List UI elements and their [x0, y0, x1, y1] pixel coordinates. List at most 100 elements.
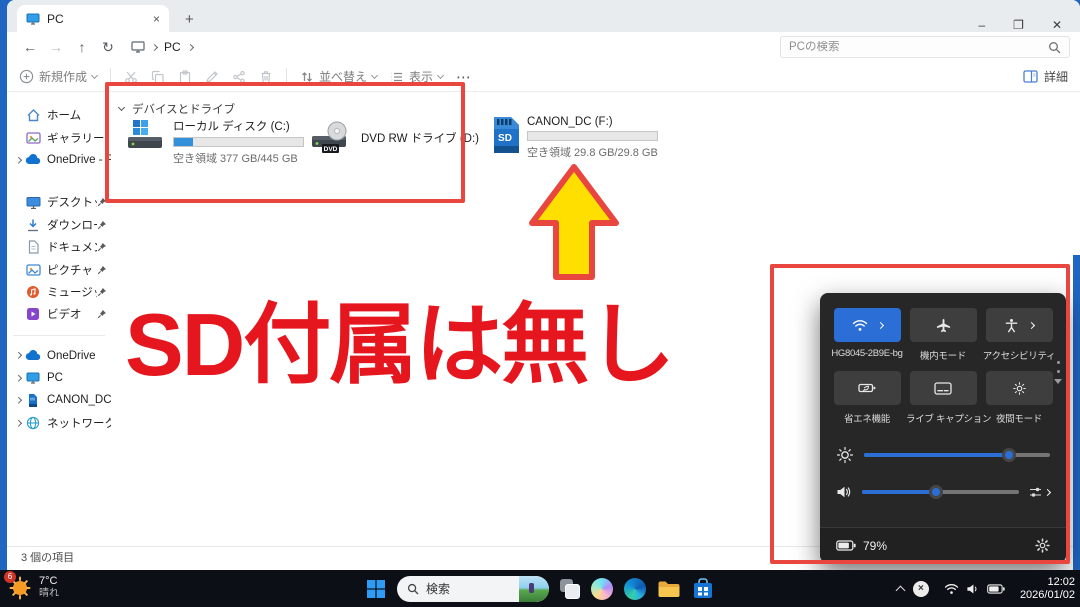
maximize-button[interactable]: ❐	[1013, 18, 1024, 32]
audio-output-button[interactable]	[1029, 486, 1050, 499]
chevron-right-icon	[187, 43, 194, 50]
explorer-search-input[interactable]	[789, 41, 1048, 53]
cut-button[interactable]	[124, 70, 138, 84]
edge-button[interactable]	[624, 578, 646, 600]
capacity-bar	[173, 137, 304, 147]
tab-pc[interactable]: PC ×	[17, 5, 169, 32]
onedrive-paused-icon[interactable]: ×	[913, 581, 929, 597]
share-button[interactable]	[232, 70, 246, 84]
chevron-right-icon[interactable]	[12, 353, 25, 358]
drive-canon-dc-f[interactable]: SD CANON_DC (F:) 空き領域 29.8 GB/29.8 GB	[490, 116, 658, 160]
view-button[interactable]: 表示	[390, 68, 443, 85]
gallery-icon	[25, 131, 41, 145]
clock[interactable]: 12:02 2026/01/02	[1020, 576, 1075, 602]
volume-slider[interactable]	[862, 485, 1019, 499]
qs-tile-airplane-mode: 機内モード	[906, 308, 980, 371]
home-icon	[25, 108, 41, 122]
airplane-mode-toggle-button[interactable]	[910, 308, 977, 342]
close-button[interactable]: ✕	[1052, 18, 1062, 32]
live-captions-toggle-button[interactable]	[910, 371, 977, 405]
brightness-row	[836, 446, 1050, 464]
paste-button[interactable]	[178, 70, 192, 84]
rename-button[interactable]	[205, 70, 219, 84]
accessibility-button[interactable]	[986, 308, 1053, 342]
delete-button[interactable]	[259, 70, 273, 84]
pictures-icon	[25, 263, 41, 277]
sidebar-item-onedrive-personal[interactable]: OneDrive - Perso	[7, 149, 111, 171]
battery-status-button[interactable]: 79%	[836, 539, 887, 553]
wifi-toggle-button[interactable]	[834, 308, 901, 342]
breadcrumb-segment-pc[interactable]: PC	[164, 40, 181, 54]
up-button[interactable]: ↑	[69, 39, 95, 55]
sidebar-item-music[interactable]: ミュージック	[7, 281, 111, 303]
microsoft-store-button[interactable]	[692, 578, 714, 600]
sidebar-item-home[interactable]: ホーム	[7, 104, 111, 126]
tray-overflow-button[interactable]	[895, 586, 905, 596]
volume-slider-thumb[interactable]	[929, 485, 943, 499]
qs-tile-live-captions: ライブ キャプション	[906, 371, 980, 434]
breadcrumb[interactable]: PC	[131, 40, 193, 54]
accessibility-icon	[1004, 318, 1019, 333]
sidebar-item-videos[interactable]: ビデオ	[7, 303, 111, 325]
qs-tile-wifi: HG8045-2B9E-bg	[830, 308, 904, 371]
task-view-button[interactable]	[560, 579, 580, 599]
sidebar-item-pictures[interactable]: ピクチャ	[7, 258, 111, 280]
explorer-search-box[interactable]	[780, 36, 1070, 58]
back-button[interactable]: ←	[17, 39, 43, 55]
chevron-right-icon[interactable]	[12, 421, 25, 426]
sidebar-item-downloads[interactable]: ダウンロード	[7, 214, 111, 236]
weather-widget[interactable]: 6 7°C 晴れ	[7, 574, 59, 600]
search-highlight-image[interactable]	[519, 576, 549, 602]
chevron-down-icon	[437, 71, 444, 78]
dvd-drive-icon: DVD	[310, 120, 354, 154]
toolbar-divider	[286, 68, 287, 86]
sort-icon	[300, 70, 314, 84]
refresh-button[interactable]: ↻	[95, 39, 121, 56]
tray-system-icons[interactable]	[938, 578, 1011, 600]
chevron-right-icon[interactable]	[12, 158, 25, 163]
qs-tile-label: 機内モード	[906, 348, 980, 362]
computer-icon	[131, 41, 145, 53]
chevron-right-icon[interactable]	[12, 398, 25, 403]
copilot-button[interactable]	[591, 578, 613, 600]
tab-close-icon[interactable]: ×	[153, 12, 160, 26]
drive-name: CANON_DC (F:)	[527, 116, 658, 128]
sidebar-item-onedrive[interactable]: OneDrive	[7, 345, 111, 367]
tab-strip: PC × + – ❐ ✕	[7, 0, 1080, 32]
details-pane-button[interactable]: 詳細	[1023, 68, 1068, 85]
start-button[interactable]	[366, 579, 386, 599]
sidebar-item-documents[interactable]: ドキュメント	[7, 236, 111, 258]
taskbar-search-box[interactable]: 検索	[397, 576, 549, 602]
gear-icon[interactable]	[1035, 538, 1050, 553]
drive-dvd-rw-d[interactable]: DVD DVD RW ドライブ (D:)	[310, 120, 479, 154]
energy-saver-toggle-button[interactable]	[834, 371, 901, 405]
desktop-wallpaper-strip	[1073, 255, 1080, 570]
pin-icon	[97, 220, 107, 230]
section-devices-and-drives[interactable]: デバイスとドライブ	[119, 101, 235, 117]
night-light-icon	[1012, 381, 1027, 396]
qs-page-indicator[interactable]	[1054, 361, 1062, 384]
more-button[interactable]: ⋯	[456, 68, 471, 86]
chevron-down-icon	[1054, 379, 1062, 384]
night-light-toggle-button[interactable]	[986, 371, 1053, 405]
sidebar-item-desktop[interactable]: デスクトップ	[7, 191, 111, 213]
forward-button[interactable]: →	[43, 39, 69, 55]
sidebar-item-canon-dc[interactable]: CANON_DC (F:)	[7, 389, 111, 411]
desktop-wallpaper-strip	[0, 0, 7, 570]
battery-icon	[987, 584, 1005, 594]
minimize-button[interactable]: –	[978, 18, 985, 32]
brightness-slider-thumb[interactable]	[1002, 448, 1016, 462]
sidebar-item-pc[interactable]: PC	[7, 367, 111, 389]
qs-tile-label: HG8045-2B9E-bg	[830, 348, 904, 359]
volume-row	[836, 483, 1050, 501]
chevron-right-icon[interactable]	[12, 376, 25, 381]
brightness-slider[interactable]	[864, 448, 1050, 462]
drive-local-disk-c[interactable]: ローカル ディスク (C:) 空き領域 377 GB/445 GB	[126, 118, 304, 166]
sidebar-item-network[interactable]: ネットワーク	[7, 412, 111, 434]
sidebar-item-gallery[interactable]: ギャラリー	[7, 126, 111, 148]
file-explorer-button[interactable]	[657, 579, 681, 599]
sort-button[interactable]: 並べ替え	[300, 68, 377, 85]
copy-button[interactable]	[151, 70, 165, 84]
new-tab-button[interactable]: +	[185, 11, 194, 28]
new-button[interactable]: 新規作成	[19, 68, 97, 85]
